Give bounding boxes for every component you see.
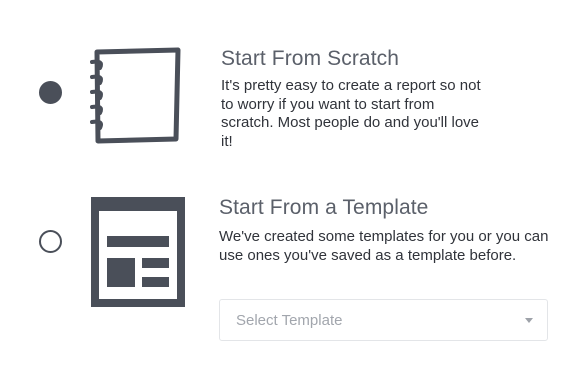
scratch-option-description: It's pretty easy to create a report so n…	[221, 77, 481, 150]
template-radio[interactable]	[39, 230, 62, 253]
chevron-down-icon	[525, 318, 533, 323]
notebook-icon	[90, 47, 181, 144]
scratch-option-title: Start From Scratch	[221, 47, 400, 70]
scratch-radio[interactable]	[39, 81, 62, 104]
report-start-options: Start From Scratch It's pretty easy to c…	[0, 0, 584, 388]
template-select-placeholder: Select Template	[236, 312, 343, 329]
template-layout-icon	[91, 197, 185, 307]
template-option-description: We've created some templates for you or …	[219, 228, 549, 264]
template-select[interactable]: Select Template	[219, 299, 548, 341]
template-option-title: Start From a Template	[219, 196, 429, 219]
